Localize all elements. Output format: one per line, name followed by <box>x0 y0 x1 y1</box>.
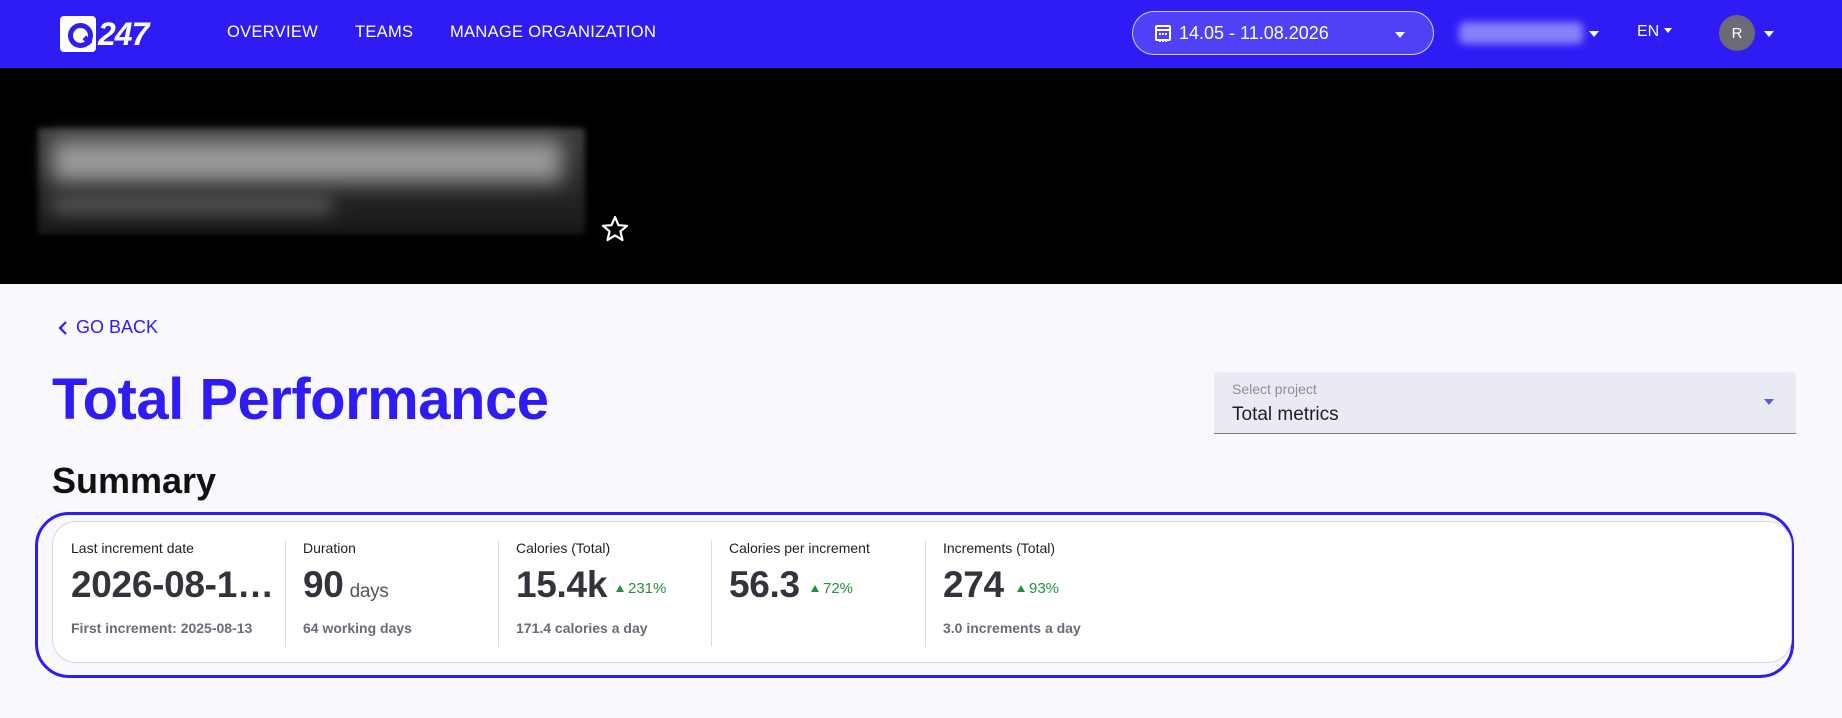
metric-change-value: 93% <box>1029 580 1060 597</box>
language-value: EN <box>1637 23 1660 40</box>
app-logo[interactable]: 247 <box>60 15 149 52</box>
go-back-label: GO BACK <box>76 317 159 337</box>
metric-change-value: 231% <box>628 580 667 597</box>
chevron-down-icon <box>1395 32 1405 38</box>
metric-divider <box>711 540 712 646</box>
nav-link-overview[interactable]: OVERVIEW <box>227 23 318 42</box>
language-selector[interactable]: EN <box>1637 23 1673 41</box>
metric-label: Calories per increment <box>729 540 870 556</box>
trend-up-icon <box>811 585 819 592</box>
project-select[interactable]: Select project Total metrics <box>1214 372 1796 434</box>
chevron-down-icon[interactable] <box>1589 31 1599 37</box>
metric-change-value: 72% <box>823 580 854 597</box>
metric-divider <box>498 540 499 646</box>
nav-link-teams[interactable]: TEAMS <box>355 23 413 42</box>
metric-divider <box>285 540 286 646</box>
chevron-left-icon <box>58 320 67 335</box>
favorite-star-icon[interactable] <box>600 214 630 244</box>
metric-value: 90 days <box>303 564 389 606</box>
metric-subtext: 171.4 calories a day <box>516 620 648 636</box>
metric-divider <box>925 540 926 646</box>
metric-calories-total: Calories (Total) 15.4k 231% 171.4 calori… <box>516 540 706 646</box>
metric-change: 231% <box>616 580 666 597</box>
metric-value-number: 90 <box>303 564 344 605</box>
chevron-down-icon <box>1764 399 1774 405</box>
metric-label: Increments (Total) <box>943 540 1056 556</box>
metric-change: 93% <box>1017 580 1059 597</box>
top-navigation-bar: 247 OVERVIEW TEAMS MANAGE ORGANIZATION 1… <box>0 0 1842 68</box>
calendar-icon <box>1155 25 1171 42</box>
metric-increments-total: Increments (Total) 274 93% 3.0 increment… <box>943 540 1143 646</box>
organization-selector[interactable] <box>1459 22 1583 44</box>
metric-value: 274 <box>943 564 1004 605</box>
metric-calories-per-increment: Calories per increment 56.3 72% <box>729 540 919 646</box>
metric-change: 72% <box>811 580 853 597</box>
trend-up-icon <box>616 585 624 592</box>
metric-subtext: 64 working days <box>303 620 412 636</box>
project-select-value: Total metrics <box>1232 404 1339 425</box>
date-range-picker[interactable]: 14.05 - 11.08.2026 <box>1132 11 1434 55</box>
summary-heading: Summary <box>52 460 217 501</box>
chevron-down-icon <box>1664 28 1673 33</box>
logo-text: 247 <box>98 15 149 52</box>
trend-up-icon <box>1017 585 1025 592</box>
metric-subtext: First increment: 2025-08-13 <box>71 620 253 636</box>
logo-icon <box>60 16 96 52</box>
nav-link-manage-organization[interactable]: MANAGE ORGANIZATION <box>450 23 656 42</box>
page-title: Total Performance <box>52 367 549 432</box>
metric-subtext: 3.0 increments a day <box>943 620 1081 636</box>
profile-banner <box>0 68 1842 284</box>
metric-duration: Duration 90 days 64 working days <box>303 540 493 646</box>
project-select-label: Select project <box>1232 381 1317 397</box>
metric-label: Last increment date <box>71 540 194 556</box>
metric-unit: days <box>349 581 389 602</box>
user-avatar[interactable]: R <box>1719 15 1755 51</box>
blurred-profile-name <box>38 128 585 234</box>
metric-label: Calories (Total) <box>516 540 611 556</box>
metric-value: 15.4k <box>516 564 608 605</box>
date-range-value: 14.05 - 11.08.2026 <box>1179 22 1329 43</box>
summary-card: Last increment date 2026-08-1… First inc… <box>52 521 1792 663</box>
go-back-link[interactable]: GO BACK <box>58 317 158 338</box>
metric-label: Duration <box>303 540 356 556</box>
metric-value: 56.3 <box>729 564 800 605</box>
chevron-down-icon[interactable] <box>1764 31 1774 37</box>
metric-value: 2026-08-1… <box>71 564 274 605</box>
metric-last-increment-date: Last increment date 2026-08-1… First inc… <box>71 540 274 646</box>
